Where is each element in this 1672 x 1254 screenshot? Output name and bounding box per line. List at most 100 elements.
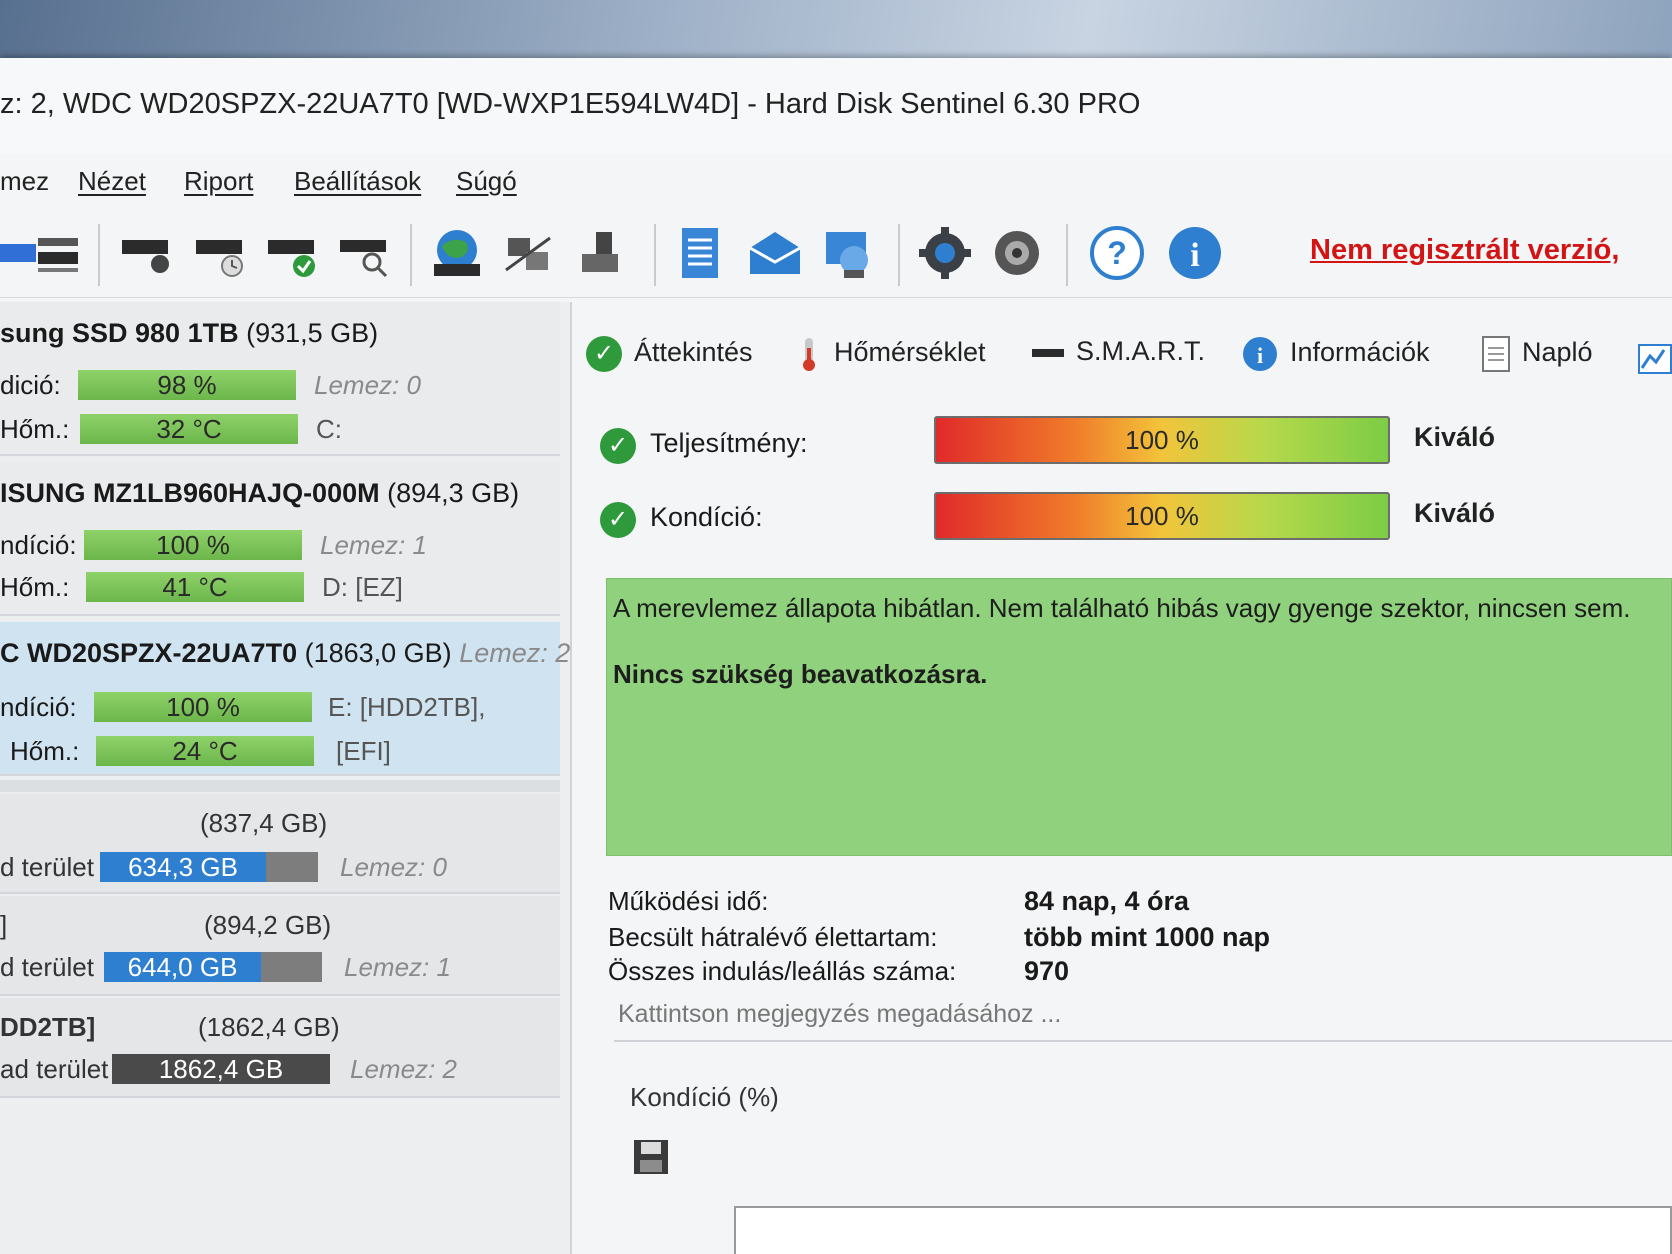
status-text: A merevlemez állapota hibátlan. Nem talá… — [613, 593, 1631, 623]
check-circle-icon: ✓ — [586, 336, 622, 372]
title-bar: z: 2, WDC WD20SPZX-22UA7T0 [WD-WXP1E594L… — [0, 58, 1672, 154]
menu-beallitasok[interactable]: Beállítások — [294, 166, 421, 197]
smart-icon — [1032, 348, 1064, 357]
svg-text:i: i — [1190, 237, 1199, 274]
temperature-label: Hőm.: — [10, 736, 80, 766]
globe-icon[interactable] — [428, 224, 486, 282]
mail-icon[interactable] — [746, 224, 804, 282]
partition-title: ] — [0, 910, 8, 940]
check-circle-icon: ✓ — [600, 428, 636, 464]
chart-tab-icon[interactable] — [1638, 344, 1672, 374]
start-stop-count-label: Összes indulás/leállás száma: — [608, 956, 957, 986]
partition-entry-0[interactable]: (837,4 GB) d terület 634,3 GB Lemez: 0 — [0, 794, 560, 894]
save-icon[interactable] — [632, 1138, 670, 1176]
web-icon[interactable] — [820, 224, 878, 282]
report-icon[interactable] — [672, 224, 730, 282]
partition-entry-2[interactable]: DD2TB] (1862,4 GB) ad terület 1862,4 GB … — [0, 998, 560, 1098]
toolbar-separator — [98, 224, 100, 286]
disk-details-panel: ✓ Áttekintés Hőmérséklet S.M.A.R.T. i Info… — [574, 302, 1672, 1254]
partition-size: (894,2 GB) — [204, 910, 332, 940]
condition-bar: 100 % — [94, 692, 312, 722]
condition-chart-title: Kondíció (%) — [630, 1082, 779, 1112]
disk-magnify-icon[interactable] — [336, 224, 394, 282]
condition-bar: 98 % — [78, 370, 296, 400]
toolbar-separator — [1066, 224, 1068, 286]
unregistered-version-link[interactable]: Nem regisztrált verzió, — [1310, 234, 1619, 267]
temperature-label: Hőm.: — [0, 414, 70, 444]
disk-entry-1[interactable]: ISUNG MZ1LB960HAJQ-000M (894,3 GB) ndíci… — [0, 462, 560, 616]
condition-chart-area — [734, 1206, 1672, 1254]
temperature-bar: 32 °C — [80, 414, 298, 444]
condition-label: ndíció: — [0, 692, 77, 722]
disk-list-icon[interactable] — [30, 224, 88, 282]
menu-sugo[interactable]: Súgó — [456, 166, 517, 197]
partition-entry-1[interactable]: ] (894,2 GB) d terület 644,0 GB Lemez: 1 — [0, 896, 560, 996]
condition-bar: 100 % — [84, 530, 302, 560]
disk-name: C WD20SPZX-22UA7T0 (1863,0 GB) Lemez: 2 — [0, 638, 571, 668]
drive-letters: C: — [316, 414, 342, 444]
free-space-label: ad terület — [0, 1054, 109, 1084]
partition-title: DD2TB] — [0, 1012, 96, 1042]
check-circle-icon: ✓ — [600, 502, 636, 538]
tab-informaciok[interactable]: i Információk — [1242, 336, 1430, 372]
disk-list-panel: sung SSD 980 1TB (931,5 GB) dició: 98 % … — [0, 302, 572, 1254]
menu-nezet[interactable]: Nézet — [78, 166, 146, 197]
toolbar-separator — [410, 224, 412, 286]
partition-size: (1862,4 GB) — [198, 1012, 340, 1042]
menu-bar: mez Nézet Riport Beállítások Súgó — [0, 160, 1672, 204]
panel-divider — [0, 780, 560, 792]
svg-text:?: ? — [1107, 235, 1127, 271]
disk-number: Lemez: 2 — [350, 1054, 457, 1084]
uptime-label: Működési idő: — [608, 886, 769, 916]
remaining-life-value: több mint 1000 nap — [1024, 922, 1271, 952]
svg-text:i: i — [1257, 343, 1263, 368]
toolbar: ? i Nem regisztrált verzió, — [0, 210, 1672, 298]
tab-naplo[interactable]: Napló — [1482, 336, 1593, 372]
network-icon[interactable] — [500, 224, 558, 282]
drive-letters: D: [EZ] — [322, 572, 403, 602]
condition-grade: Kiváló — [1414, 498, 1496, 528]
condition-bar: 100 % — [934, 492, 1390, 540]
help-icon[interactable]: ? — [1088, 224, 1146, 282]
info-icon: i — [1243, 337, 1277, 371]
disk-check-icon[interactable] — [264, 224, 322, 282]
disk-entry-0[interactable]: sung SSD 980 1TB (931,5 GB) dició: 98 % … — [0, 302, 560, 456]
window-title: z: 2, WDC WD20SPZX-22UA7T0 [WD-WXP1E594L… — [0, 88, 1141, 120]
disk-number: Lemez: 1 — [320, 530, 427, 560]
menu-riport[interactable]: Riport — [184, 166, 253, 197]
free-space-bar: 1862,4 GB — [112, 1054, 330, 1084]
drive-letters: E: [HDD2TB], — [328, 692, 486, 722]
free-space-label: d terület — [0, 952, 94, 982]
status-message-box: A merevlemez állapota hibátlan. Nem talá… — [606, 578, 1672, 856]
temperature-bar: 41 °C — [86, 572, 304, 602]
menu-lemez[interactable]: mez — [0, 166, 49, 197]
info-icon[interactable]: i — [1166, 224, 1224, 282]
disk-clock-icon[interactable] — [192, 224, 250, 282]
free-space-bar: 634,3 GB — [100, 852, 266, 882]
performance-bar: 100 % — [934, 416, 1390, 464]
toolbar-separator — [654, 224, 656, 286]
temperature-label: Hőm.: — [0, 572, 70, 602]
performance-grade: Kiváló — [1414, 422, 1496, 452]
free-space-label: d terület — [0, 852, 94, 882]
thermometer-icon — [803, 338, 815, 371]
condition-label: ndíció: — [0, 530, 77, 560]
speaker-icon[interactable] — [988, 224, 1046, 282]
usb-icon[interactable] — [572, 224, 630, 282]
disk-search-icon[interactable] — [118, 224, 176, 282]
tab-homerseklet[interactable]: Hőmérséklet — [796, 336, 986, 372]
disk-number: Lemez: 0 — [314, 370, 421, 400]
disk-number: Lemez: 0 — [340, 852, 447, 882]
note-field[interactable]: Kattintson megjegyzés megadásához ... — [614, 994, 1672, 1042]
disk-entry-2-selected[interactable]: C WD20SPZX-22UA7T0 (1863,0 GB) Lemez: 2 … — [0, 622, 570, 776]
app-window: z: 2, WDC WD20SPZX-22UA7T0 [WD-WXP1E594L… — [0, 58, 1672, 1254]
temperature-bar: 24 °C — [96, 736, 314, 766]
condition-label: Kondíció: — [650, 502, 763, 532]
toolbar-separator — [898, 224, 900, 286]
tab-attekintes[interactable]: ✓ Áttekintés — [586, 336, 753, 372]
gear-icon[interactable] — [916, 224, 974, 282]
tab-smart[interactable]: S.M.A.R.T. — [1032, 336, 1205, 367]
free-space-bar: 644,0 GB — [104, 952, 261, 982]
condition-label: dició: — [0, 370, 61, 400]
start-stop-count-value: 970 — [1024, 956, 1070, 986]
